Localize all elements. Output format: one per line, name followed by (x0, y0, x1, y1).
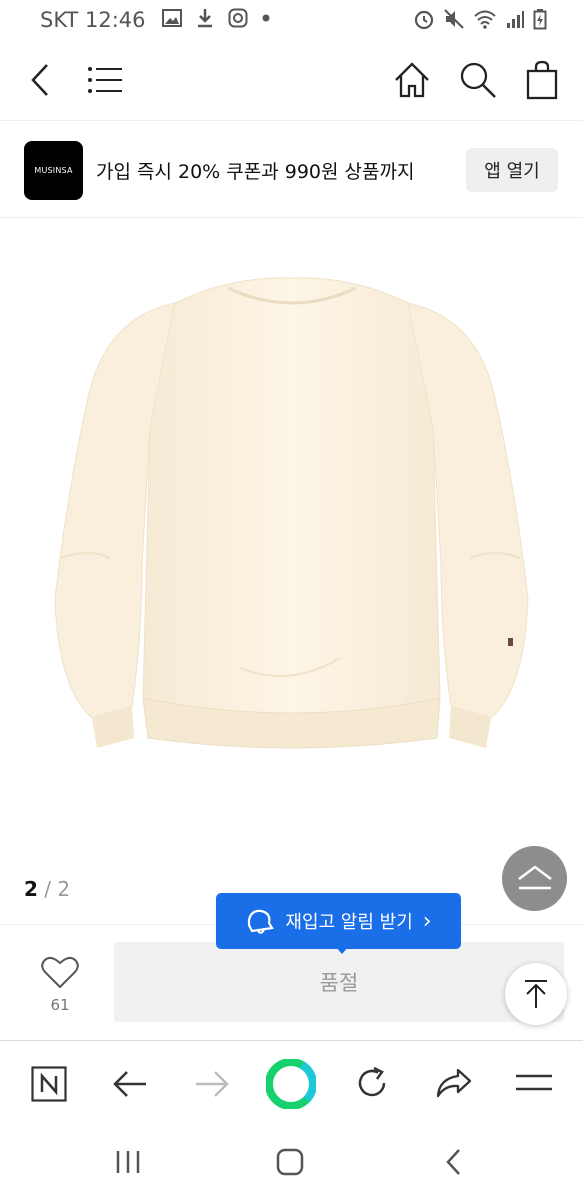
battery-icon (533, 9, 547, 30)
product-image[interactable] (0, 218, 583, 858)
dot-icon (262, 14, 270, 22)
restock-alert-button[interactable]: 재입고 알림 받기 › (216, 893, 461, 949)
reload-icon[interactable] (350, 1061, 394, 1105)
home-icon[interactable] (390, 58, 434, 102)
image-counter: 2 / 2 (24, 877, 71, 901)
instagram-icon (228, 8, 248, 28)
like-button[interactable]: 61 (32, 950, 88, 1020)
browser-forward-icon[interactable] (190, 1063, 234, 1105)
promo-text: 가입 즉시 20% 쿠폰과 990원 상품까지 (96, 161, 415, 183)
mute-icon (444, 9, 464, 29)
app-promo-banner: MUSINSA 가입 즉시 20% 쿠폰과 990원 상품까지 앱 열기 (0, 121, 583, 218)
scroll-top-icon (525, 980, 547, 1008)
musinsa-logo: MUSINSA (24, 141, 83, 200)
open-app-button[interactable]: 앱 열기 (466, 148, 558, 192)
bell-icon (248, 909, 275, 934)
alarm-icon (414, 10, 434, 30)
sweatshirt-illustration (54, 277, 529, 749)
like-count: 61 (50, 996, 70, 1014)
restock-tooltip-tail (334, 945, 350, 954)
back-icon[interactable] (22, 60, 58, 100)
wifi-icon (474, 10, 496, 29)
soldout-button: 품절 (114, 942, 564, 1022)
collapse-button[interactable] (502, 846, 567, 911)
status-notification-icons (162, 8, 270, 28)
system-back-icon[interactable] (434, 1142, 474, 1182)
status-system-icons (413, 8, 547, 30)
naver-icon[interactable] (28, 1063, 70, 1105)
search-icon[interactable] (456, 58, 500, 102)
status-carrier-time: SKT 12:46 (40, 8, 146, 32)
system-navigation (0, 1126, 583, 1200)
menu-icon[interactable] (84, 62, 126, 98)
signal-icon (507, 11, 524, 28)
restock-label: 재입고 알림 받기 (285, 912, 413, 933)
chevron-right-icon: › (422, 908, 432, 934)
scroll-top-button[interactable] (505, 963, 567, 1025)
browser-menu-icon[interactable] (512, 1063, 556, 1103)
browser-toolbar (0, 1040, 583, 1127)
gallery-icon (162, 9, 182, 27)
download-icon (198, 9, 212, 28)
browser-back-icon[interactable] (108, 1063, 152, 1105)
top-navigation (0, 40, 583, 121)
share-icon[interactable] (432, 1061, 476, 1105)
status-bar: SKT 12:46 (0, 0, 583, 40)
chevron-up-icon (517, 864, 552, 889)
system-home-icon[interactable] (270, 1142, 310, 1182)
recent-apps-icon[interactable] (108, 1142, 148, 1182)
heart-icon (41, 957, 79, 989)
green-dot-icon[interactable] (266, 1059, 316, 1109)
cart-icon[interactable] (522, 58, 562, 102)
